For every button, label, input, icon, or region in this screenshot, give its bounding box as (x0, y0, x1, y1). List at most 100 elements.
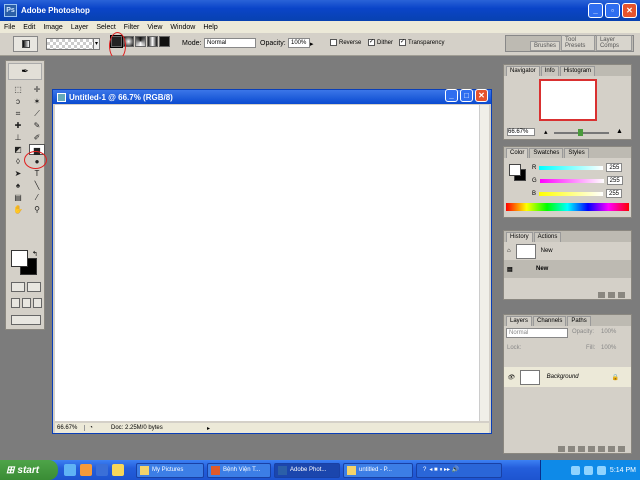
minimize-button[interactable]: _ (588, 3, 603, 18)
gradient-dropdown-button[interactable]: ▾ (93, 38, 100, 50)
move-tool-icon[interactable]: ✛ (29, 84, 45, 95)
status-menu-arrow-icon[interactable]: ▸ (207, 425, 210, 432)
healing-brush-tool-icon[interactable]: ✚ (10, 120, 26, 131)
menu-file[interactable]: File (4, 24, 15, 31)
palette-well-tab-brushes[interactable]: Brushes (530, 41, 561, 51)
zoom-out-icon[interactable]: ▴ (544, 128, 548, 136)
ie-icon[interactable] (64, 464, 76, 476)
menu-layer[interactable]: Layer (71, 24, 89, 31)
quick-mask-button[interactable] (27, 282, 41, 292)
tab-histogram[interactable]: Histogram (559, 66, 596, 76)
app-title-bar[interactable]: Ps Adobe Photoshop _ ▫ ✕ (0, 0, 640, 21)
task-browser[interactable]: Bệnh Viện T... (207, 462, 271, 478)
menu-window[interactable]: Window (170, 24, 195, 31)
layer-style-icon[interactable] (568, 445, 575, 452)
jump-to-imageready-button[interactable] (11, 315, 41, 325)
menu-view[interactable]: View (147, 24, 162, 31)
swap-colors-icon[interactable]: ↰ (32, 250, 38, 258)
crop-tool-icon[interactable]: ⌗ (10, 108, 26, 119)
tab-actions[interactable]: Actions (533, 232, 562, 242)
menu-edit[interactable]: Edit (23, 24, 35, 31)
reflected-gradient-button[interactable] (147, 36, 158, 47)
menu-select[interactable]: Select (96, 24, 115, 31)
tray-icon-2[interactable] (583, 465, 593, 475)
full-screen-button[interactable] (33, 298, 42, 308)
tab-paths[interactable]: Paths (567, 316, 591, 326)
new-snapshot-icon[interactable] (608, 291, 615, 298)
palette-well-tab-tool-presets[interactable]: Tool Presets (561, 35, 595, 51)
link-layers-icon[interactable] (558, 445, 565, 452)
mode-select[interactable]: Normal (204, 38, 256, 48)
dither-checkbox[interactable]: ✓ (368, 39, 375, 46)
angle-gradient-button[interactable] (135, 36, 146, 47)
layer-mask-icon[interactable] (578, 445, 585, 452)
tray-icon-1[interactable] (570, 465, 580, 475)
task-paint[interactable]: untitled - P... (343, 462, 413, 478)
g-value[interactable]: 255 (606, 176, 623, 185)
document-close-button[interactable]: ✕ (475, 89, 488, 102)
history-snapshot[interactable]: ⌂ New (504, 242, 631, 260)
color-fg-swatch[interactable] (509, 164, 521, 176)
start-button[interactable]: ⊞ start (0, 460, 58, 480)
diamond-gradient-button[interactable] (159, 36, 170, 47)
opacity-input[interactable]: 100% (288, 38, 310, 48)
firefox-icon[interactable] (80, 464, 92, 476)
tab-swatches[interactable]: Swatches (529, 148, 564, 158)
close-button[interactable]: ✕ (622, 3, 637, 18)
document-title-bar[interactable]: Untitled-1 @ 66.7% (RGB/8) _ □ ✕ (53, 89, 491, 104)
standard-mode-button[interactable] (11, 282, 25, 292)
marquee-tool-icon[interactable]: ⬚ (10, 84, 26, 95)
delete-state-icon[interactable] (618, 291, 625, 298)
g-slider[interactable] (539, 178, 604, 183)
magic-wand-tool-icon[interactable]: ✶ (29, 96, 45, 107)
media-controls-icon[interactable]: ◂ ■ ⏸ ▸▸ 🔊 (429, 466, 459, 474)
vertical-scrollbar[interactable] (479, 105, 489, 421)
zoom-field[interactable]: 66.67% (55, 425, 85, 431)
full-screen-menu-button[interactable] (22, 298, 31, 308)
delete-layer-icon[interactable] (618, 445, 625, 452)
restore-button[interactable]: ▫ (605, 3, 620, 18)
document-maximize-button[interactable]: □ (460, 89, 473, 102)
color-spectrum-bar[interactable] (506, 203, 629, 211)
media-player-toolbar[interactable]: ? ◂ ■ ⏸ ▸▸ 🔊 (416, 462, 502, 478)
transparency-checkbox[interactable]: ✓ (399, 39, 406, 46)
tab-color[interactable]: Color (506, 148, 529, 158)
eraser-tool-icon[interactable]: ◩ (10, 144, 26, 155)
document-minimize-button[interactable]: _ (445, 89, 458, 102)
type-tool-icon[interactable]: T (29, 168, 45, 179)
b-slider[interactable] (539, 191, 604, 196)
hand-tool-icon[interactable]: ✋ (10, 204, 26, 215)
task-my-pictures[interactable]: My Pictures (136, 462, 204, 478)
brush-tool-icon[interactable]: ✎ (29, 120, 45, 131)
r-slider[interactable] (539, 165, 604, 170)
gradient-picker[interactable] (46, 38, 96, 50)
tab-layers[interactable]: Layers (506, 316, 533, 326)
eyedropper-tool-icon[interactable]: ⁄ (29, 192, 45, 203)
transparency-checkbox-group[interactable]: ✓ Transparency (399, 39, 444, 46)
reverse-checkbox-group[interactable]: Reverse (330, 39, 361, 46)
tab-info[interactable]: Info (540, 66, 559, 76)
history-brush-source-icon[interactable]: ⌂ (507, 248, 511, 254)
navigator-preview[interactable] (539, 79, 597, 121)
opacity-slider-arrow-icon[interactable]: ▸ (310, 40, 314, 48)
r-value[interactable]: 255 (606, 163, 623, 172)
navigator-zoom[interactable]: 66.67% (507, 128, 535, 136)
history-state[interactable]: ▤ New (504, 260, 631, 278)
word-icon[interactable] (96, 464, 108, 476)
tab-channels[interactable]: Channels (533, 316, 567, 326)
path-selection-tool-icon[interactable]: ➤ (10, 168, 26, 179)
palette-well-tab-layer-comps[interactable]: Layer Comps (595, 35, 632, 51)
tool-preset-picker[interactable] (13, 36, 38, 52)
zoom-tool-icon[interactable]: ⚲ (29, 204, 45, 215)
reverse-checkbox[interactable] (330, 39, 337, 46)
tray-icon-3[interactable] (596, 465, 606, 475)
new-group-icon[interactable] (588, 445, 595, 452)
tab-styles[interactable]: Styles (564, 148, 589, 158)
tab-history[interactable]: History (506, 232, 533, 242)
pen-tool-icon[interactable]: ♠ (10, 180, 26, 191)
adobe-online-feather-icon[interactable]: ✒ (8, 63, 42, 80)
dither-checkbox-group[interactable]: ✓ Dither (368, 39, 393, 46)
layer-row-background[interactable]: 👁 Background 🔒 (504, 367, 631, 387)
menu-filter[interactable]: Filter (124, 24, 140, 31)
visibility-eye-icon[interactable]: 👁 (507, 374, 515, 381)
